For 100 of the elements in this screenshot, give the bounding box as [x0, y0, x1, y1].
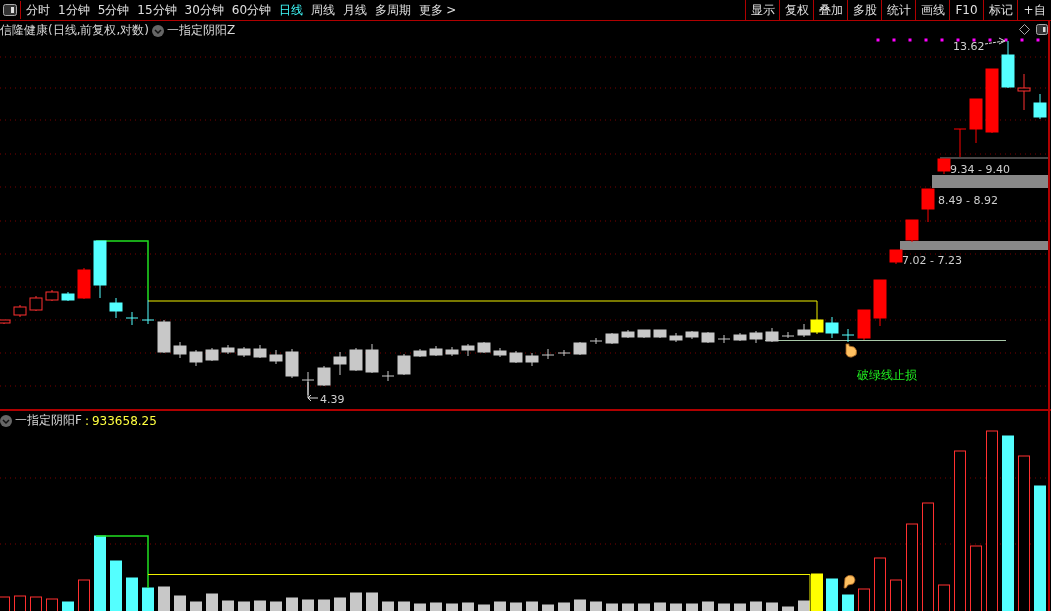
- toolbar-button[interactable]: 统计: [881, 0, 915, 20]
- candlestick: [717, 334, 731, 344]
- candlestick: [669, 332, 683, 343]
- candlestick: [637, 329, 651, 339]
- candlestick: [685, 330, 699, 340]
- candlestick: [269, 349, 283, 365]
- candlestick: [605, 332, 619, 345]
- hand-pointer-icon: [845, 343, 858, 358]
- volume-bar: [702, 601, 714, 611]
- candlestick: [61, 291, 75, 302]
- toolbar-button[interactable]: 画线: [915, 0, 949, 20]
- dropdown-icon[interactable]: [152, 24, 164, 37]
- volume-bar: [842, 594, 854, 611]
- candlestick: [397, 353, 411, 376]
- indicator-name: 一指定阴阳F: [15, 412, 82, 429]
- volume-bar: [382, 601, 394, 611]
- volume-bar: [334, 597, 346, 611]
- period-tab[interactable]: 5分钟: [95, 1, 132, 19]
- candlestick: [921, 188, 935, 223]
- period-tab[interactable]: 分时: [24, 1, 52, 19]
- volume-bar: [126, 577, 138, 611]
- candlestick: [781, 331, 795, 339]
- volume-bar: [318, 599, 330, 611]
- period-tab[interactable]: 月线: [341, 1, 370, 19]
- candlestick: [29, 295, 43, 312]
- candlestick: [77, 267, 91, 300]
- volume-bar: [654, 602, 666, 611]
- candlestick: [541, 348, 555, 360]
- candlestick: [985, 68, 999, 134]
- candlestick: [253, 344, 267, 359]
- toolbar-button[interactable]: 多股: [847, 0, 881, 20]
- candlestick: [109, 297, 123, 319]
- candlestick: [45, 289, 59, 302]
- volume-bar: [574, 599, 586, 611]
- volume-bar: [142, 587, 154, 611]
- candlestick: [953, 128, 967, 158]
- candlestick: [125, 311, 139, 326]
- candlestick: [969, 98, 983, 144]
- volume-bar: [414, 603, 426, 611]
- volume-bar: [558, 602, 570, 611]
- volume-bar: [254, 600, 266, 611]
- period-tab[interactable]: 周线: [309, 1, 338, 19]
- separator-colon: :: [84, 413, 89, 428]
- candlestick: [701, 331, 715, 344]
- volume-bar: [206, 593, 218, 611]
- volume-bar: [366, 592, 378, 611]
- period-tab[interactable]: 30分钟: [182, 1, 226, 19]
- candlestick: [937, 158, 951, 175]
- candlestick: [905, 219, 919, 243]
- panel-toggle-icon[interactable]: [1036, 24, 1048, 35]
- volume-bar: [510, 602, 522, 611]
- period-tab[interactable]: 60分钟: [229, 1, 274, 19]
- candlestick: [557, 349, 571, 357]
- period-tab[interactable]: 日线: [277, 1, 306, 19]
- candlestick: [141, 299, 155, 325]
- bracket-line: [95, 535, 149, 589]
- volume-bar: [622, 603, 634, 611]
- period-tab[interactable]: 多周期: [373, 1, 414, 19]
- toolbar-button[interactable]: 复权: [779, 0, 813, 20]
- candlestick: [365, 343, 379, 374]
- period-tab[interactable]: 更多: [417, 1, 446, 19]
- candlestick: [797, 323, 811, 338]
- volume-bar: [494, 601, 506, 611]
- toolbar-button[interactable]: F10: [949, 0, 983, 20]
- period-tab[interactable]: 15分钟: [135, 1, 179, 19]
- more-arrow[interactable]: >: [446, 3, 457, 17]
- candlestick: [857, 309, 871, 341]
- candlestick: [1033, 93, 1047, 120]
- dropdown-icon[interactable]: [0, 414, 12, 427]
- volume-bar: [526, 601, 538, 611]
- candlestick: [477, 341, 491, 354]
- candlestick: [157, 319, 171, 354]
- volume-bar: [190, 601, 202, 611]
- diamond-icon[interactable]: [1019, 24, 1030, 35]
- zone-label: 7.02 - 7.23: [902, 254, 962, 267]
- low-price-label: 4.39: [320, 393, 345, 406]
- toolbar-button[interactable]: 叠加: [813, 0, 847, 20]
- volume-bar: [302, 599, 314, 611]
- volume-bar: [686, 603, 698, 611]
- candlestick: [873, 279, 887, 327]
- zone-label: 9.34 - 9.40: [950, 163, 1010, 176]
- volume-bar: [286, 597, 298, 611]
- toolbar-button[interactable]: 显示: [745, 0, 779, 20]
- candlestick: [173, 341, 187, 359]
- toolbar-button[interactable]: 标记: [983, 0, 1017, 20]
- toolbar-button[interactable]: +自: [1017, 0, 1051, 20]
- volume-bar: [590, 601, 602, 611]
- volume-bar: [110, 560, 122, 611]
- indicator-name: 一指定阴阳Z: [167, 22, 236, 39]
- volume-bar: [606, 603, 618, 611]
- volume-bar: [350, 592, 362, 611]
- candlestick: [221, 344, 235, 355]
- candlestick: [381, 370, 395, 382]
- period-tab[interactable]: 1分钟: [56, 1, 92, 19]
- candlestick: [733, 332, 747, 342]
- panel-toggle-icon[interactable]: [3, 4, 17, 16]
- chart-title: 信隆健康(日线,前复权,对数): [0, 22, 149, 39]
- candlestick: [749, 330, 763, 344]
- candlestick: [1017, 73, 1031, 111]
- candlestick: [445, 346, 459, 357]
